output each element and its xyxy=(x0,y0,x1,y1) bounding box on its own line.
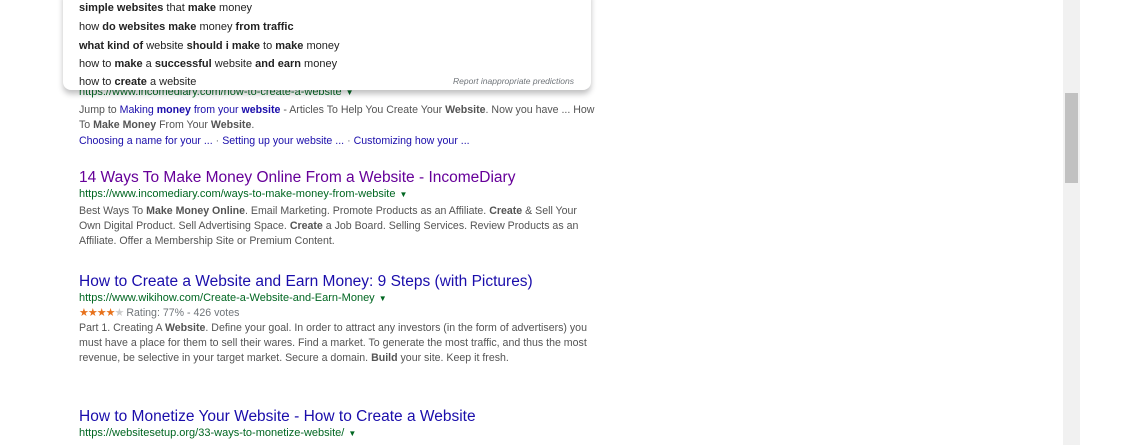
caret-down-icon[interactable]: ▼ xyxy=(348,429,356,438)
result-url-text[interactable]: https://websitesetup.org/33-ways-to-mone… xyxy=(79,427,344,439)
suggestion-item[interactable]: how to create a website xyxy=(79,75,196,89)
snippet-segment: Create xyxy=(289,220,323,232)
result-title[interactable]: How to Monetize Your Website - How to Cr… xyxy=(79,408,599,426)
suggestion-segment: website xyxy=(143,40,187,52)
suggestion-segment: how to xyxy=(79,58,115,70)
suggestion-segment: do websites make xyxy=(102,21,197,33)
rating-stars: ★★★★★ xyxy=(79,307,125,319)
suggestion-segment: a xyxy=(142,58,155,70)
result-snippet: Part 1. Creating A Website. Define your … xyxy=(79,321,599,366)
snippet-segment: Make Money xyxy=(93,119,157,131)
suggestion-segment: website xyxy=(211,58,256,70)
result-snippet: Jump to Making money from your website -… xyxy=(79,103,599,133)
scrollbar-track[interactable] xyxy=(1063,0,1080,445)
search-result: 14 Ways To Make Money Online From a Webs… xyxy=(79,169,599,249)
suggestion-segment: a website xyxy=(146,76,197,88)
suggestion-segment: and earn xyxy=(255,58,301,70)
sitelink-separator: · xyxy=(347,135,351,147)
suggestion-segment: how to xyxy=(79,76,115,88)
scrollbar-thumb[interactable] xyxy=(1065,93,1078,183)
star-icon: ★ xyxy=(105,307,116,319)
snippet-segment: Best Ways To xyxy=(79,205,147,217)
snippet-segment[interactable]: Making xyxy=(120,104,157,116)
suggestion-segment: simple websites xyxy=(79,2,164,14)
suggestion-segment: make xyxy=(275,40,304,52)
snippet-segment: Website xyxy=(210,119,252,131)
autocomplete-dropdown: simple websites that make money how do w… xyxy=(63,0,591,90)
star-icon: ★ xyxy=(79,307,89,319)
sitelink[interactable]: Choosing a name for your ... xyxy=(79,135,213,147)
snippet-segment: - Articles To Help You Create Your xyxy=(280,104,446,116)
snippet-segment: Website xyxy=(164,322,206,334)
suggestion-segment: what kind of xyxy=(79,40,144,52)
search-result: How to Create a Website and Earn Money: … xyxy=(79,273,599,366)
suggestion-segment: money xyxy=(303,40,340,52)
result-sitelinks: Choosing a name for your ... · Setting up … xyxy=(79,134,599,148)
snippet-segment: Part 1. Creating A xyxy=(79,322,165,334)
result-title[interactable]: How to Create a Website and Earn Money: … xyxy=(79,273,599,291)
suggestion-segment: money xyxy=(196,21,236,33)
rating-text: Rating: 77% - 426 votes xyxy=(126,307,240,319)
suggestion-segment: how xyxy=(79,21,103,33)
snippet-segment: Website xyxy=(445,104,486,116)
suggestion-item[interactable]: simple websites that make money xyxy=(79,1,252,15)
star-icon: ★ xyxy=(87,307,98,319)
suggestion-segment: money xyxy=(301,58,338,70)
snippet-segment: From Your xyxy=(156,119,211,131)
sitelink-separator: · xyxy=(215,135,220,147)
suggestion-segment: successful xyxy=(154,58,212,70)
sitelink[interactable]: Setting up your website ... xyxy=(222,135,344,147)
snippet-segment[interactable]: from your xyxy=(191,104,242,116)
report-predictions-link[interactable]: Report inappropriate predictions xyxy=(453,76,574,86)
suggestion-item[interactable]: how to make a successful website and ear… xyxy=(79,57,337,71)
snippet-segment: your site. Keep it fresh. xyxy=(397,352,509,364)
result-url[interactable]: https://websitesetup.org/33-ways-to-mone… xyxy=(79,426,599,441)
suggestion-segment: to xyxy=(259,40,276,52)
snippet-segment: Create xyxy=(489,205,523,217)
suggestion-segment: create xyxy=(114,76,147,88)
result-snippet: Best Ways To Make Money Online. Email Ma… xyxy=(79,204,599,249)
result-rating: ★★★★★ Rating: 77% - 426 votes xyxy=(79,306,599,320)
snippet-segment: Jump to xyxy=(79,104,120,116)
snippet-segment[interactable]: money xyxy=(157,104,191,116)
sitelink[interactable]: Customizing how your ... xyxy=(354,135,470,147)
snippet-segment: . Email Marketing. Promote Products as a… xyxy=(245,205,490,217)
suggestion-segment: make xyxy=(114,58,143,70)
result-url[interactable]: https://www.incomediary.com/ways-to-make… xyxy=(79,187,599,202)
caret-down-icon[interactable]: ▼ xyxy=(399,190,407,199)
suggestion-item[interactable]: what kind of website should i make to ma… xyxy=(79,39,339,53)
search-result: How to Monetize Your Website - How to Cr… xyxy=(79,408,599,441)
search-result: https://www.incomediary.com/how-to-creat… xyxy=(79,85,599,148)
result-url-text[interactable]: https://www.wikihow.com/Create-a-Website… xyxy=(79,292,375,304)
result-title[interactable]: 14 Ways To Make Money Online From a Webs… xyxy=(79,169,599,187)
snippet-segment[interactable]: website xyxy=(242,104,281,116)
suggestion-segment: make xyxy=(187,2,216,14)
result-url[interactable]: https://www.wikihow.com/Create-a-Website… xyxy=(79,291,599,306)
result-url-text[interactable]: https://www.incomediary.com/ways-to-make… xyxy=(79,188,395,200)
suggestion-segment: from traffic xyxy=(235,21,294,33)
suggestion-item[interactable]: how do websites make money from traffic xyxy=(79,20,294,34)
snippet-segment: . xyxy=(251,119,255,131)
suggestion-segment: money xyxy=(215,2,253,14)
star-icon: ★ xyxy=(114,307,125,319)
caret-down-icon[interactable]: ▼ xyxy=(379,294,387,303)
suggestion-segment: that xyxy=(163,2,188,14)
snippet-segment: Make Money Online xyxy=(146,205,246,217)
star-icon: ★ xyxy=(96,307,107,319)
snippet-segment: Build xyxy=(371,352,398,364)
suggestion-segment: should i make xyxy=(186,40,260,52)
